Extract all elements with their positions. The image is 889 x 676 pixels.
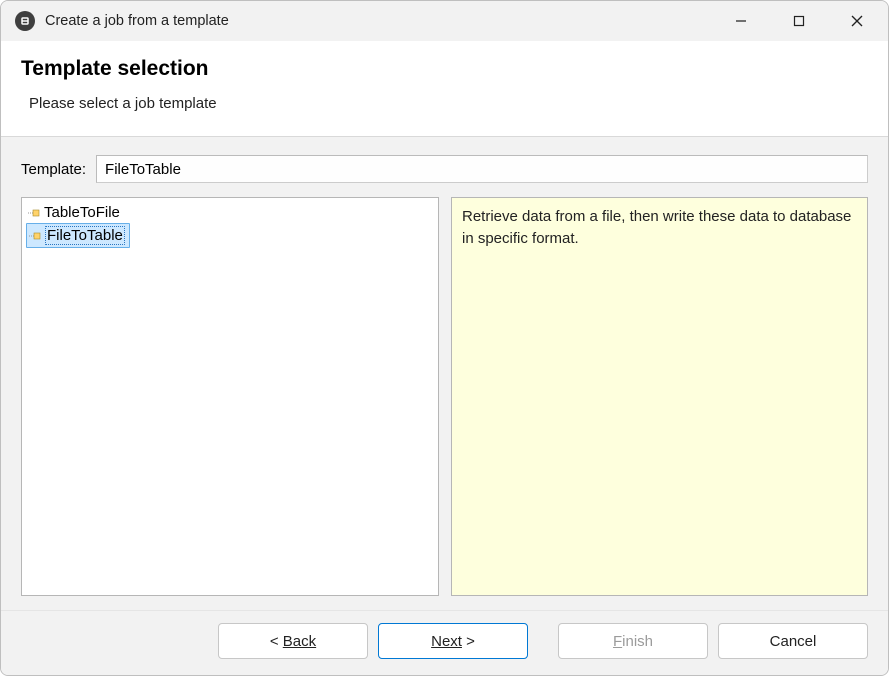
page-title: Template selection [21,57,868,81]
tree-expand-icon [29,229,43,243]
window-title: Create a job from a template [45,13,229,29]
close-button[interactable] [828,1,886,41]
tree-item-tabletofile[interactable]: TableToFile [26,202,218,223]
back-button[interactable]: < Back [218,623,368,659]
template-input[interactable] [96,155,868,183]
button-bar: < Back Next > Finish Cancel [1,610,888,675]
finish-button: Finish [558,623,708,659]
tree-expand-icon [28,206,42,220]
header-pane: Template selection Please select a job t… [1,41,888,137]
minimize-button[interactable] [712,1,770,41]
tree-item-filetotable[interactable]: FileToTable [26,223,130,248]
template-description: Retrieve data from a file, then write th… [451,197,868,596]
cancel-button[interactable]: Cancel [718,623,868,659]
page-subtitle: Please select a job template [29,95,868,112]
app-icon [15,11,35,31]
template-split: TableToFile FileToTable Retrieve data fr… [21,197,868,596]
template-label: Template: [21,161,86,178]
next-button[interactable]: Next > [378,623,528,659]
titlebar: Create a job from a template [1,1,888,41]
template-row: Template: [21,155,868,183]
tree-item-label: TableToFile [44,204,120,221]
tree-item-label: FileToTable [45,226,125,245]
template-tree[interactable]: TableToFile FileToTable [21,197,439,596]
body-pane: Template: TableToFile FileT [1,137,888,610]
maximize-button[interactable] [770,1,828,41]
dialog-window: Create a job from a template Template se… [0,0,889,676]
